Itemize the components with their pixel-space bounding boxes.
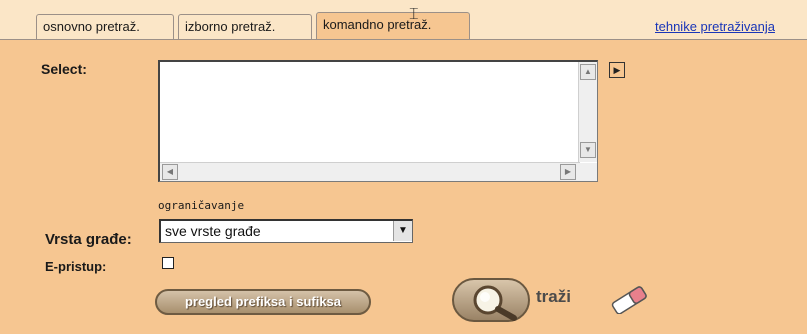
tab-command-search[interactable]: komandno pretraž. bbox=[316, 12, 470, 40]
prefix-suffix-button[interactable]: pregled prefiksa i sufiksa bbox=[155, 289, 371, 315]
magnifier-icon bbox=[473, 285, 517, 321]
scroll-right-icon[interactable]: ▶ bbox=[560, 164, 576, 180]
tab-bar: osnovno pretraž. izborno pretraž. komand… bbox=[0, 0, 807, 40]
search-button[interactable]: traži bbox=[452, 276, 592, 324]
tab-selective-search[interactable]: izborno pretraž. bbox=[178, 14, 312, 40]
scroll-left-icon[interactable]: ◀ bbox=[162, 164, 178, 180]
expand-icon[interactable]: ▶ bbox=[609, 62, 625, 78]
tab-basic-search[interactable]: osnovno pretraž. bbox=[36, 14, 174, 40]
restriction-hint: ograničavanje bbox=[158, 199, 245, 212]
eaccess-label: E-pristup: bbox=[45, 259, 107, 274]
horizontal-scrollbar[interactable]: ◀ ▶ bbox=[160, 162, 580, 181]
select-textarea[interactable]: ▲ ▼ ◀ ▶ bbox=[158, 60, 598, 182]
scroll-up-icon[interactable]: ▲ bbox=[580, 64, 596, 80]
eraser-icon[interactable] bbox=[606, 286, 652, 314]
search-label: traži bbox=[536, 287, 571, 306]
material-type-select[interactable]: sve vrste građe ▼ bbox=[159, 219, 413, 243]
eaccess-checkbox[interactable] bbox=[162, 257, 174, 269]
select-label: Select: bbox=[41, 61, 87, 77]
material-type-label: Vrsta građe: bbox=[45, 231, 132, 248]
vertical-scrollbar[interactable]: ▲ ▼ bbox=[578, 62, 597, 162]
text-cursor-icon: ⌶ bbox=[409, 6, 419, 23]
search-techniques-link[interactable]: tehnike pretraživanja bbox=[655, 19, 775, 34]
material-type-value: sve vrste građe bbox=[165, 223, 261, 239]
resize-corner[interactable] bbox=[579, 163, 597, 181]
scroll-down-icon[interactable]: ▼ bbox=[580, 142, 596, 158]
chevron-down-icon[interactable]: ▼ bbox=[393, 221, 412, 241]
